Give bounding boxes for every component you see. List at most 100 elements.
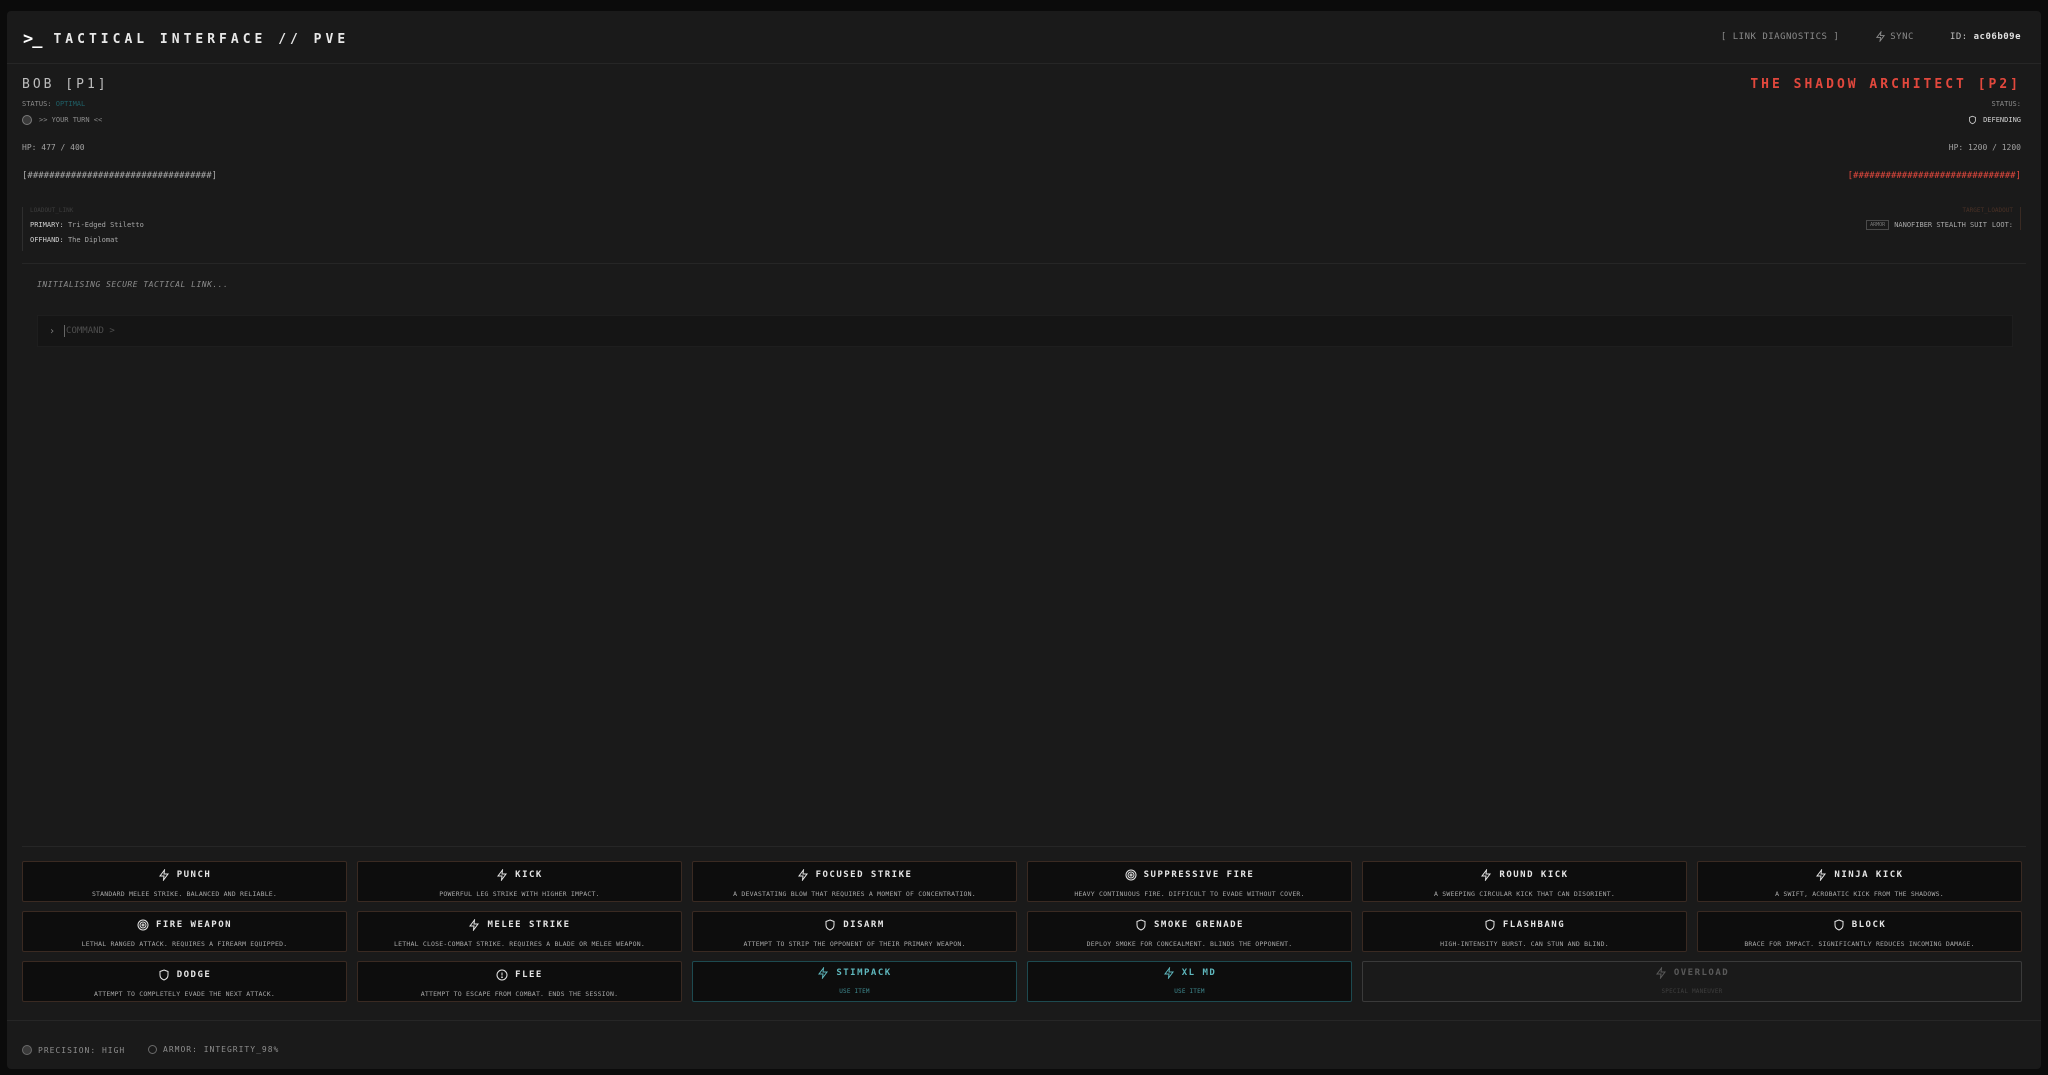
action-button-kick[interactable]: KICK POWERFUL LEG STRIKE WITH HIGHER IMP… [357,861,682,902]
item-label: STIMPACK [836,968,892,978]
enemy-armor: ARMOR NANOFIBER STEALTH SUIT LOOT: [1866,220,2013,230]
action-description: STANDARD MELEE STRIKE. BALANCED AND RELI… [91,890,278,898]
player-hp-bar: [##################################] [22,171,218,181]
player-name: BOB [P1] [22,77,109,92]
action-button-melee-strike[interactable]: MELEE STRIKE LETHAL CLOSE-COMBAT STRIKE.… [357,911,682,952]
action-label: KICK [515,870,543,880]
sync-button[interactable]: SYNC [1875,31,1914,42]
player-loadout: LOADOUT_LINK PRIMARY: Tri-Edged Stiletto… [22,207,290,251]
action-description: POWERFUL LEG STRIKE WITH HIGHER IMPACT. [439,890,600,898]
loot-label: LOOT: [1991,221,2013,229]
bolt-icon [497,869,508,881]
action-label: DISARM [843,920,885,930]
command-input[interactable] [65,326,1967,336]
action-label: DODGE [176,970,212,980]
action-description: HEAVY CONTINUOUS FIRE. DIFFICULT TO EVAD… [1074,890,1305,898]
precision-dot-icon [22,1045,32,1055]
offhand-weapon: OFFHAND: The Diplomat [30,236,290,244]
precision-stat: PRECISION: HIGH [22,1045,125,1055]
item-description: USE ITEM [1174,988,1205,995]
action-button-fire-weapon[interactable]: FIRE WEAPON LETHAL RANGED ATTACK. REQUIR… [22,911,347,952]
turn-text: >> YOUR TURN << [39,116,103,124]
link-diagnostics-button[interactable]: [ LINK DIAGNOSTICS ] [1721,32,1839,42]
action-button-block[interactable]: BLOCK BRACE FOR IMPACT. SIGNIFICANTLY RE… [1697,911,2022,952]
app-window: >_ TACTICAL INTERFACE // PVE [ LINK DIAG… [7,11,2041,1069]
player-status: STATUS: OPTIMAL [22,100,85,108]
primary-label: PRIMARY: [30,221,64,229]
action-description: DEPLOY SMOKE FOR CONCEALMENT. BLINDS THE… [1086,940,1293,948]
player-hp: HP: 477 / 400 [22,143,85,152]
special-description: SPECIAL MANEUVER [1661,988,1723,995]
command-bar: › [37,315,2013,347]
terminal-icon: >_ [23,29,43,49]
action-description: ATTEMPT TO STRIP THE OPPONENT OF THEIR P… [743,940,966,948]
action-button-round-kick[interactable]: ROUND KICK A SWEEPING CIRCULAR KICK THAT… [1362,861,1687,902]
action-button-flashbang[interactable]: FLASHBANG HIGH-INTENSITY BURST. CAN STUN… [1362,911,1687,952]
shield-icon [1485,919,1495,931]
combat-log: INITIALISING SECURE TACTICAL LINK... [37,280,228,289]
bolt-icon [1816,869,1827,881]
action-label: SUPPRESSIVE FIRE [1143,870,1255,880]
divider [22,846,2026,847]
chevron-right-icon: › [49,325,56,337]
action-label: FIRE WEAPON [155,920,233,930]
player-loadout-header: LOADOUT_LINK [30,207,74,214]
action-label: FLASHBANG [1502,920,1566,930]
action-label: MELEE STRIKE [487,920,571,930]
action-button-disarm[interactable]: DISARM ATTEMPT TO STRIP THE OPPONENT OF … [692,911,1017,952]
primary-weapon: PRIMARY: Tri-Edged Stiletto [30,221,290,229]
enemy-hp: HP: 1200 / 1200 [1948,143,2021,152]
item-button-xl-md[interactable]: XL MD USE ITEM [1027,961,1352,1002]
bolt-icon [1163,967,1174,979]
action-button-smoke-grenade[interactable]: SMOKE GRENADE DEPLOY SMOKE FOR CONCEALME… [1027,911,1352,952]
sync-label: SYNC [1890,31,1914,42]
shield-icon [1834,919,1844,931]
player-status-label: STATUS: [22,100,52,108]
action-button-flee[interactable]: FLEE ATTEMPT TO ESCAPE FROM COMBAT. ENDS… [357,961,682,1002]
action-description: LETHAL RANGED ATTACK. REQUIRES A FIREARM… [81,940,288,948]
target-icon [137,919,149,931]
action-button-ninja-kick[interactable]: NINJA KICK A SWIFT, ACROBATIC KICK FROM … [1697,861,2022,902]
enemy-state: DEFENDING [1968,115,2021,125]
action-description: A SWIFT, ACROBATIC KICK FROM THE SHADOWS… [1775,890,1944,898]
bolt-icon [797,869,808,881]
offhand-value: The Diplomat [67,236,119,244]
status-footer: PRECISION: HIGH ARMOR: INTEGRITY_98% [7,1020,2041,1069]
target-icon [1125,869,1137,881]
bolt-icon [1481,869,1492,881]
top-bar: >_ TACTICAL INTERFACE // PVE [ LINK DIAG… [7,11,2041,64]
alert-icon [496,969,508,981]
action-description: A SWEEPING CIRCULAR KICK THAT CAN DISORI… [1434,890,1615,898]
primary-value: Tri-Edged Stiletto [67,221,144,229]
action-label: NINJA KICK [1834,870,1904,880]
action-button-suppressive-fire[interactable]: SUPPRESSIVE FIRE HEAVY CONTINUOUS FIRE. … [1027,861,1352,902]
action-description: ATTEMPT TO ESCAPE FROM COMBAT. ENDS THE … [420,990,619,998]
armor-stat: ARMOR: INTEGRITY_98% [148,1045,279,1054]
offhand-label: OFFHAND: [30,236,64,244]
session-id-label: ID: [1949,31,1968,42]
action-label: PUNCH [176,870,212,880]
action-description: LETHAL CLOSE-COMBAT STRIKE. REQUIRES A B… [394,940,645,948]
session-id-value: ac06b09e [1973,31,2021,42]
action-description: HIGH-INTENSITY BURST. CAN STUN AND BLIND… [1440,940,1609,948]
action-button-dodge[interactable]: DODGE ATTEMPT TO COMPLETELY EVADE THE NE… [22,961,347,1002]
action-button-punch[interactable]: PUNCH STANDARD MELEE STRIKE. BALANCED AN… [22,861,347,902]
item-label: XL MD [1181,968,1217,978]
special-label: OVERLOAD [1673,968,1730,978]
enemy-state-text: DEFENDING [1983,116,2021,124]
enemy-name: THE SHADOW ARCHITECT [P2] [1750,77,2021,92]
enemy-hp-bar: [##############################] [1847,171,2021,181]
shield-icon [825,919,835,931]
armor-text: ARMOR: INTEGRITY_98% [163,1045,280,1054]
shield-icon [1969,115,1976,125]
action-button-focused-strike[interactable]: FOCUSED STRIKE A DEVASTATING BLOW THAT R… [692,861,1017,902]
special-button-overload[interactable]: OVERLOAD SPECIAL MANEUVER [1362,961,2022,1002]
item-description: USE ITEM [839,988,870,995]
top-right-controls: [ LINK DIAGNOSTICS ] SYNC ID: ac06b09e [1721,31,2021,42]
item-button-stimpack[interactable]: STIMPACK USE ITEM [692,961,1017,1002]
bolt-icon [469,919,480,931]
shield-icon [1136,919,1146,931]
bolt-icon [1876,31,1886,42]
bolt-icon [1655,967,1666,979]
session-id: ID: ac06b09e [1950,32,2021,42]
